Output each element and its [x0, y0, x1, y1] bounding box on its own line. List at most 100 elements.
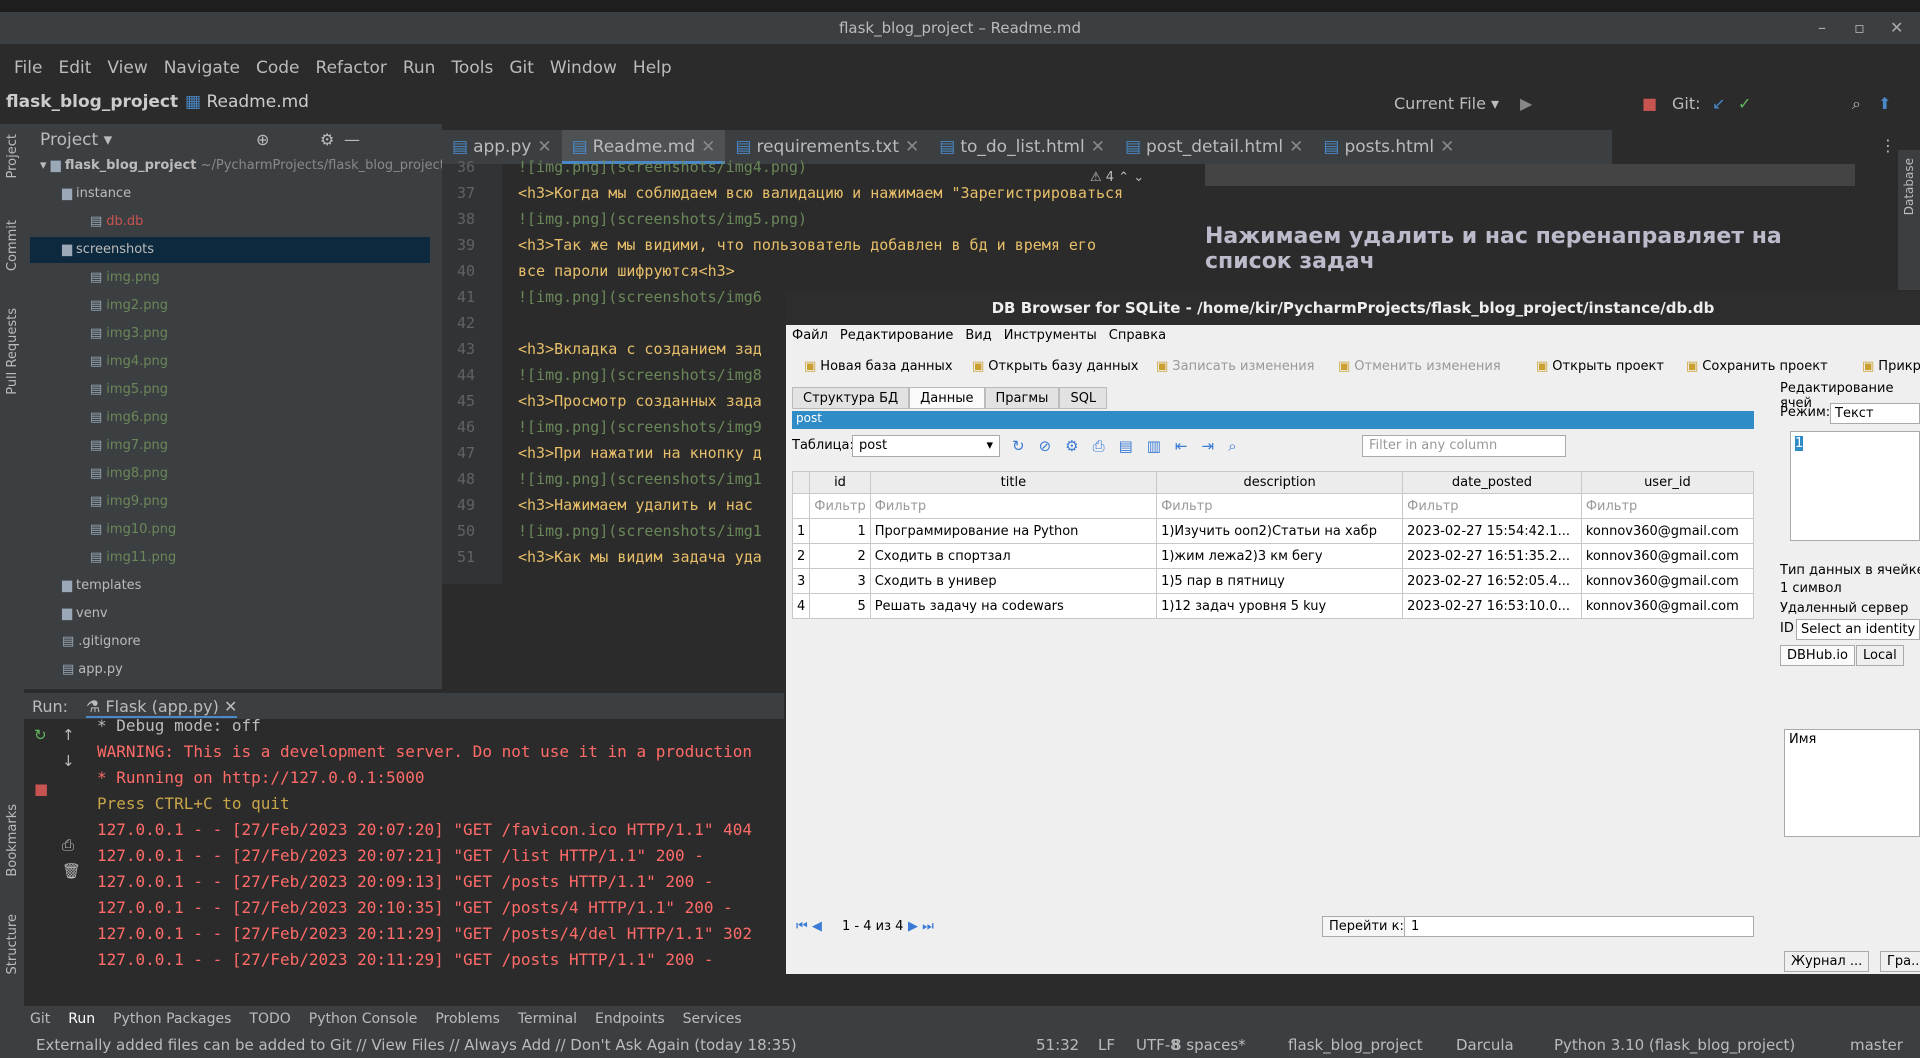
column-filter[interactable]: Фильтр: [1402, 493, 1582, 519]
code-line[interactable]: <h3>Вкладка с созданием зад: [518, 340, 762, 358]
nav-project-name[interactable]: flask_blog_project: [6, 92, 178, 112]
tree-item[interactable]: ▤ img4.png: [90, 354, 168, 369]
db-toolbar-button[interactable]: ▣ Сохранить проект: [1686, 353, 1828, 381]
tree-item[interactable]: ▆ templates: [62, 578, 141, 593]
column-filter[interactable]: Фильтр: [1580, 493, 1755, 519]
code-line[interactable]: ![img.png](screenshots/img1: [518, 470, 762, 488]
remote-list[interactable]: Имя: [1784, 729, 1920, 837]
tree-item[interactable]: ▤ img9.png: [90, 494, 168, 509]
code-line[interactable]: ![img.png](screenshots/img9: [518, 418, 762, 436]
identity-select[interactable]: Select an identity t: [1796, 619, 1920, 640]
run-icon[interactable]: ▶: [1520, 94, 1532, 113]
db-toolbar-button[interactable]: ▣ Записать изменения: [1156, 353, 1314, 381]
menu-code[interactable]: Code: [248, 54, 308, 82]
minimize-icon[interactable]: –: [1818, 12, 1826, 44]
trash-icon[interactable]: 🗑: [62, 862, 81, 880]
mode-select[interactable]: Текст: [1830, 403, 1920, 424]
search-icon[interactable]: ⌕: [1852, 94, 1861, 114]
db-toolbar-button[interactable]: ▣ Новая база данных: [804, 353, 953, 381]
db-tab[interactable]: Структура БД: [792, 387, 910, 409]
grid-cell[interactable]: 2023-02-27 16:51:35.2...: [1402, 543, 1582, 569]
table-select[interactable]: post ▾: [852, 435, 1000, 457]
next-page-icon[interactable]: ▶ ⏭: [908, 919, 934, 934]
data-grid[interactable]: id title description date_posted user_id Филь…: [791, 471, 1755, 619]
tool-tab-todo[interactable]: TODO: [249, 1011, 290, 1027]
grid-cell[interactable]: Программирование на Python: [869, 518, 1158, 544]
plot-tab[interactable]: Гра...: [1880, 951, 1920, 972]
grid-cell[interactable]: 2023-02-27 15:54:42.1...: [1402, 518, 1582, 544]
tool-tab-python-console[interactable]: Python Console: [309, 1011, 418, 1027]
cell-editor[interactable]: 1: [1790, 431, 1920, 541]
tree-item[interactable]: ▤ db.db: [90, 214, 143, 229]
first-page-icon[interactable]: ⏮ ◀: [796, 919, 822, 934]
tree-root[interactable]: ▾ ▆ flask_blog_project ~/PycharmProjects…: [40, 158, 445, 173]
close-tab-icon[interactable]: ✕: [1440, 137, 1454, 157]
code-line[interactable]: <h3>Когда мы соблюдаем всю валидацию и н…: [518, 184, 1123, 202]
db-tab[interactable]: Прагмы: [984, 387, 1060, 409]
tree-item[interactable]: ▤ app.py: [62, 662, 123, 677]
filter-input[interactable]: Filter in any column: [1362, 435, 1566, 457]
grid-cell[interactable]: 3: [809, 568, 871, 594]
menu-run[interactable]: Run: [395, 54, 444, 82]
menu-tools[interactable]: Tools: [443, 54, 501, 82]
status-message[interactable]: Externally added files can be added to G…: [36, 1032, 797, 1058]
code-line[interactable]: <h3>При нажатии на кнопку д: [518, 444, 762, 462]
tree-item[interactable]: ▤ img8.png: [90, 466, 168, 481]
print-icon[interactable]: ⎙: [62, 836, 74, 854]
down-icon[interactable]: ↓: [62, 752, 75, 770]
menu-refactor[interactable]: Refactor: [308, 54, 395, 82]
code-line[interactable]: <h3>Как мы видим задача уда: [518, 548, 762, 566]
grid-cell[interactable]: konnov360@gmail.com: [1580, 568, 1755, 594]
column-filter[interactable]: Фильтр: [809, 493, 871, 519]
grid-cell[interactable]: 1)Изучить ооп2)Статьи на хабр: [1156, 518, 1404, 544]
tree-item[interactable]: ▤ img6.png: [90, 410, 168, 425]
grid-cell[interactable]: konnov360@gmail.com: [1580, 593, 1755, 619]
editor-tab[interactable]: ▤ to_do_list.html ✕: [929, 130, 1115, 164]
goto-button[interactable]: Перейти к:: [1322, 916, 1411, 937]
grid-cell[interactable]: 2023-02-27 16:52:05.4...: [1402, 568, 1582, 594]
project-tool-tab[interactable]: Project: [5, 134, 20, 178]
interpreter[interactable]: Python 3.10 (flask_blog_project): [1554, 1032, 1795, 1058]
db-tab[interactable]: SQL: [1059, 387, 1108, 409]
tree-item[interactable]: ▤ img3.png: [90, 326, 168, 341]
tool-tab-endpoints[interactable]: Endpoints: [595, 1011, 665, 1027]
close-tab-icon[interactable]: ✕: [905, 137, 919, 157]
grid-cell[interactable]: 1)12 задач уровня 5 kuy: [1156, 593, 1404, 619]
maximize-icon[interactable]: ▫: [1854, 12, 1865, 44]
commit-tool-tab[interactable]: Commit: [5, 220, 20, 271]
git-branch[interactable]: master: [1850, 1032, 1903, 1058]
tree-item[interactable]: ▆ venv: [62, 606, 108, 621]
tree-item[interactable]: ▤ img11.png: [90, 550, 176, 565]
tree-item[interactable]: ▤ img7.png: [90, 438, 168, 453]
table-row[interactable]: 2 2 Сходить в спортзал 1)жим лежа2)3 км бег…: [791, 543, 1755, 569]
grid-cell[interactable]: Сходить в спортзал: [869, 543, 1158, 569]
menu-edit[interactable]: Edit: [50, 54, 99, 82]
close-tab-icon[interactable]: ✕: [1289, 137, 1303, 157]
code-line[interactable]: ![img.png](screenshots/img5.png): [518, 210, 807, 228]
table-row[interactable]: 3 3 Сходить в универ 1)5 пар в пятницу 2023-…: [791, 568, 1755, 594]
warnings-indicator[interactable]: ⚠ 4 ⌃ ⌄: [1090, 170, 1144, 185]
theme[interactable]: Darcula: [1456, 1032, 1514, 1058]
project-status[interactable]: flask_blog_project: [1288, 1032, 1423, 1058]
tree-item[interactable]: ▤ img10.png: [90, 522, 176, 537]
close-tab-icon[interactable]: ✕: [701, 137, 715, 157]
database-tool-tab[interactable]: Database: [1902, 158, 1916, 215]
column-header[interactable]: date_posted: [1402, 471, 1582, 494]
table-toolbar-icons[interactable]: ↻⊘⚙⎙▤▥⇤⇥⌕: [1012, 437, 1250, 455]
menu-git[interactable]: Git: [501, 54, 542, 82]
table-row[interactable]: 1 1 Программирование на Python 1)Изучить оо…: [791, 518, 1755, 544]
code-line[interactable]: <h3>Так же мы видими, что пользователь д…: [518, 236, 1096, 254]
gear-icon[interactable]: ⚙: [320, 130, 334, 149]
run-config-tab[interactable]: ⚗ Flask (app.py) ✕: [86, 697, 238, 718]
git-update-icon[interactable]: ↙: [1712, 94, 1725, 113]
db-menu-item[interactable]: Вид: [959, 325, 997, 347]
log-tab[interactable]: Журнал ...: [1784, 951, 1870, 972]
db-menu-item[interactable]: Файл: [786, 325, 834, 347]
more-tabs-icon[interactable]: ⋮: [1880, 136, 1896, 155]
editor-tab[interactable]: ▤ post_detail.html ✕: [1115, 130, 1313, 164]
tree-item[interactable]: ▤ img2.png: [90, 298, 168, 313]
tool-tab-services[interactable]: Services: [683, 1011, 742, 1027]
caret-position[interactable]: 51:32: [1036, 1032, 1079, 1058]
code-line[interactable]: ![img.png](screenshots/img4.png): [518, 158, 807, 176]
column-header[interactable]: user_id: [1580, 471, 1755, 494]
